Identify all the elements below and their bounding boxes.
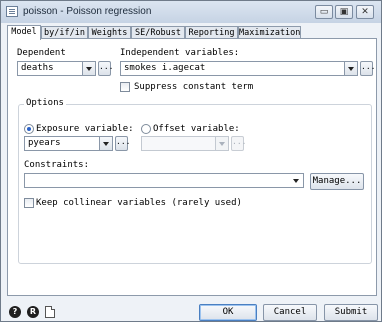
options-group-title: Options [24,98,66,108]
dependent-label: Dependent [17,48,66,58]
suppress-constant-label: Suppress constant term [134,82,254,92]
exposure-browse-button[interactable]: ... [115,136,130,151]
cancel-button[interactable]: Cancel [263,304,317,321]
help-icon[interactable]: ? [9,306,21,318]
offset-browse-button[interactable]: ... [231,136,246,151]
tab-model[interactable]: Model [7,25,41,40]
chevron-down-icon[interactable] [344,62,357,75]
offset-variable-combo[interactable] [141,136,229,151]
poisson-dialog-window: poisson - Poisson regression ▭ ▣ ✕ Model… [0,0,382,322]
independent-variables-value: smokes i.agecat [124,63,206,73]
model-tab-panel: Dependent deaths ... Independent variabl… [7,38,377,296]
exposure-variable-combo[interactable]: pyears [24,136,113,151]
reset-icon[interactable]: R [27,306,39,318]
manage-constraints-button[interactable]: Manage... [310,173,364,190]
offset-variable-label: Offset variable: [153,124,240,134]
ok-button[interactable]: OK [199,304,257,321]
constraints-combo[interactable] [24,173,304,188]
close-icon[interactable]: ✕ [356,5,374,19]
suppress-constant-checkbox[interactable] [120,82,130,92]
app-icon [6,6,18,17]
chevron-down-icon[interactable] [82,62,95,75]
dependent-variable-combo[interactable]: deaths [17,61,96,76]
exposure-variable-value: pyears [28,138,61,148]
dependent-value: deaths [21,63,54,73]
keep-collinear-checkbox[interactable] [24,198,34,208]
exposure-variable-radio[interactable] [24,124,34,134]
copy-command-icon[interactable] [45,306,55,318]
exposure-variable-label: Exposure variable: [36,124,134,134]
chevron-down-icon[interactable] [99,137,112,150]
independent-browse-button[interactable]: ... [360,61,375,76]
minimize-icon[interactable]: ▭ [315,5,333,19]
restore-icon[interactable]: ▣ [335,5,353,19]
submit-button[interactable]: Submit [324,304,378,321]
chevron-down-icon[interactable] [290,174,303,187]
chevron-down-icon[interactable] [215,137,228,150]
offset-variable-radio[interactable] [141,124,151,134]
independent-variables-label: Independent variables: [120,48,240,58]
dependent-browse-button[interactable]: ... [98,61,113,76]
window-title: poisson - Poisson regression [23,6,152,17]
keep-collinear-label: Keep collinear variables (rarely used) [36,198,242,208]
independent-variables-combo[interactable]: smokes i.agecat [120,61,358,76]
constraints-label: Constraints: [24,160,90,170]
title-bar[interactable]: poisson - Poisson regression ▭ ▣ ✕ [1,1,381,23]
